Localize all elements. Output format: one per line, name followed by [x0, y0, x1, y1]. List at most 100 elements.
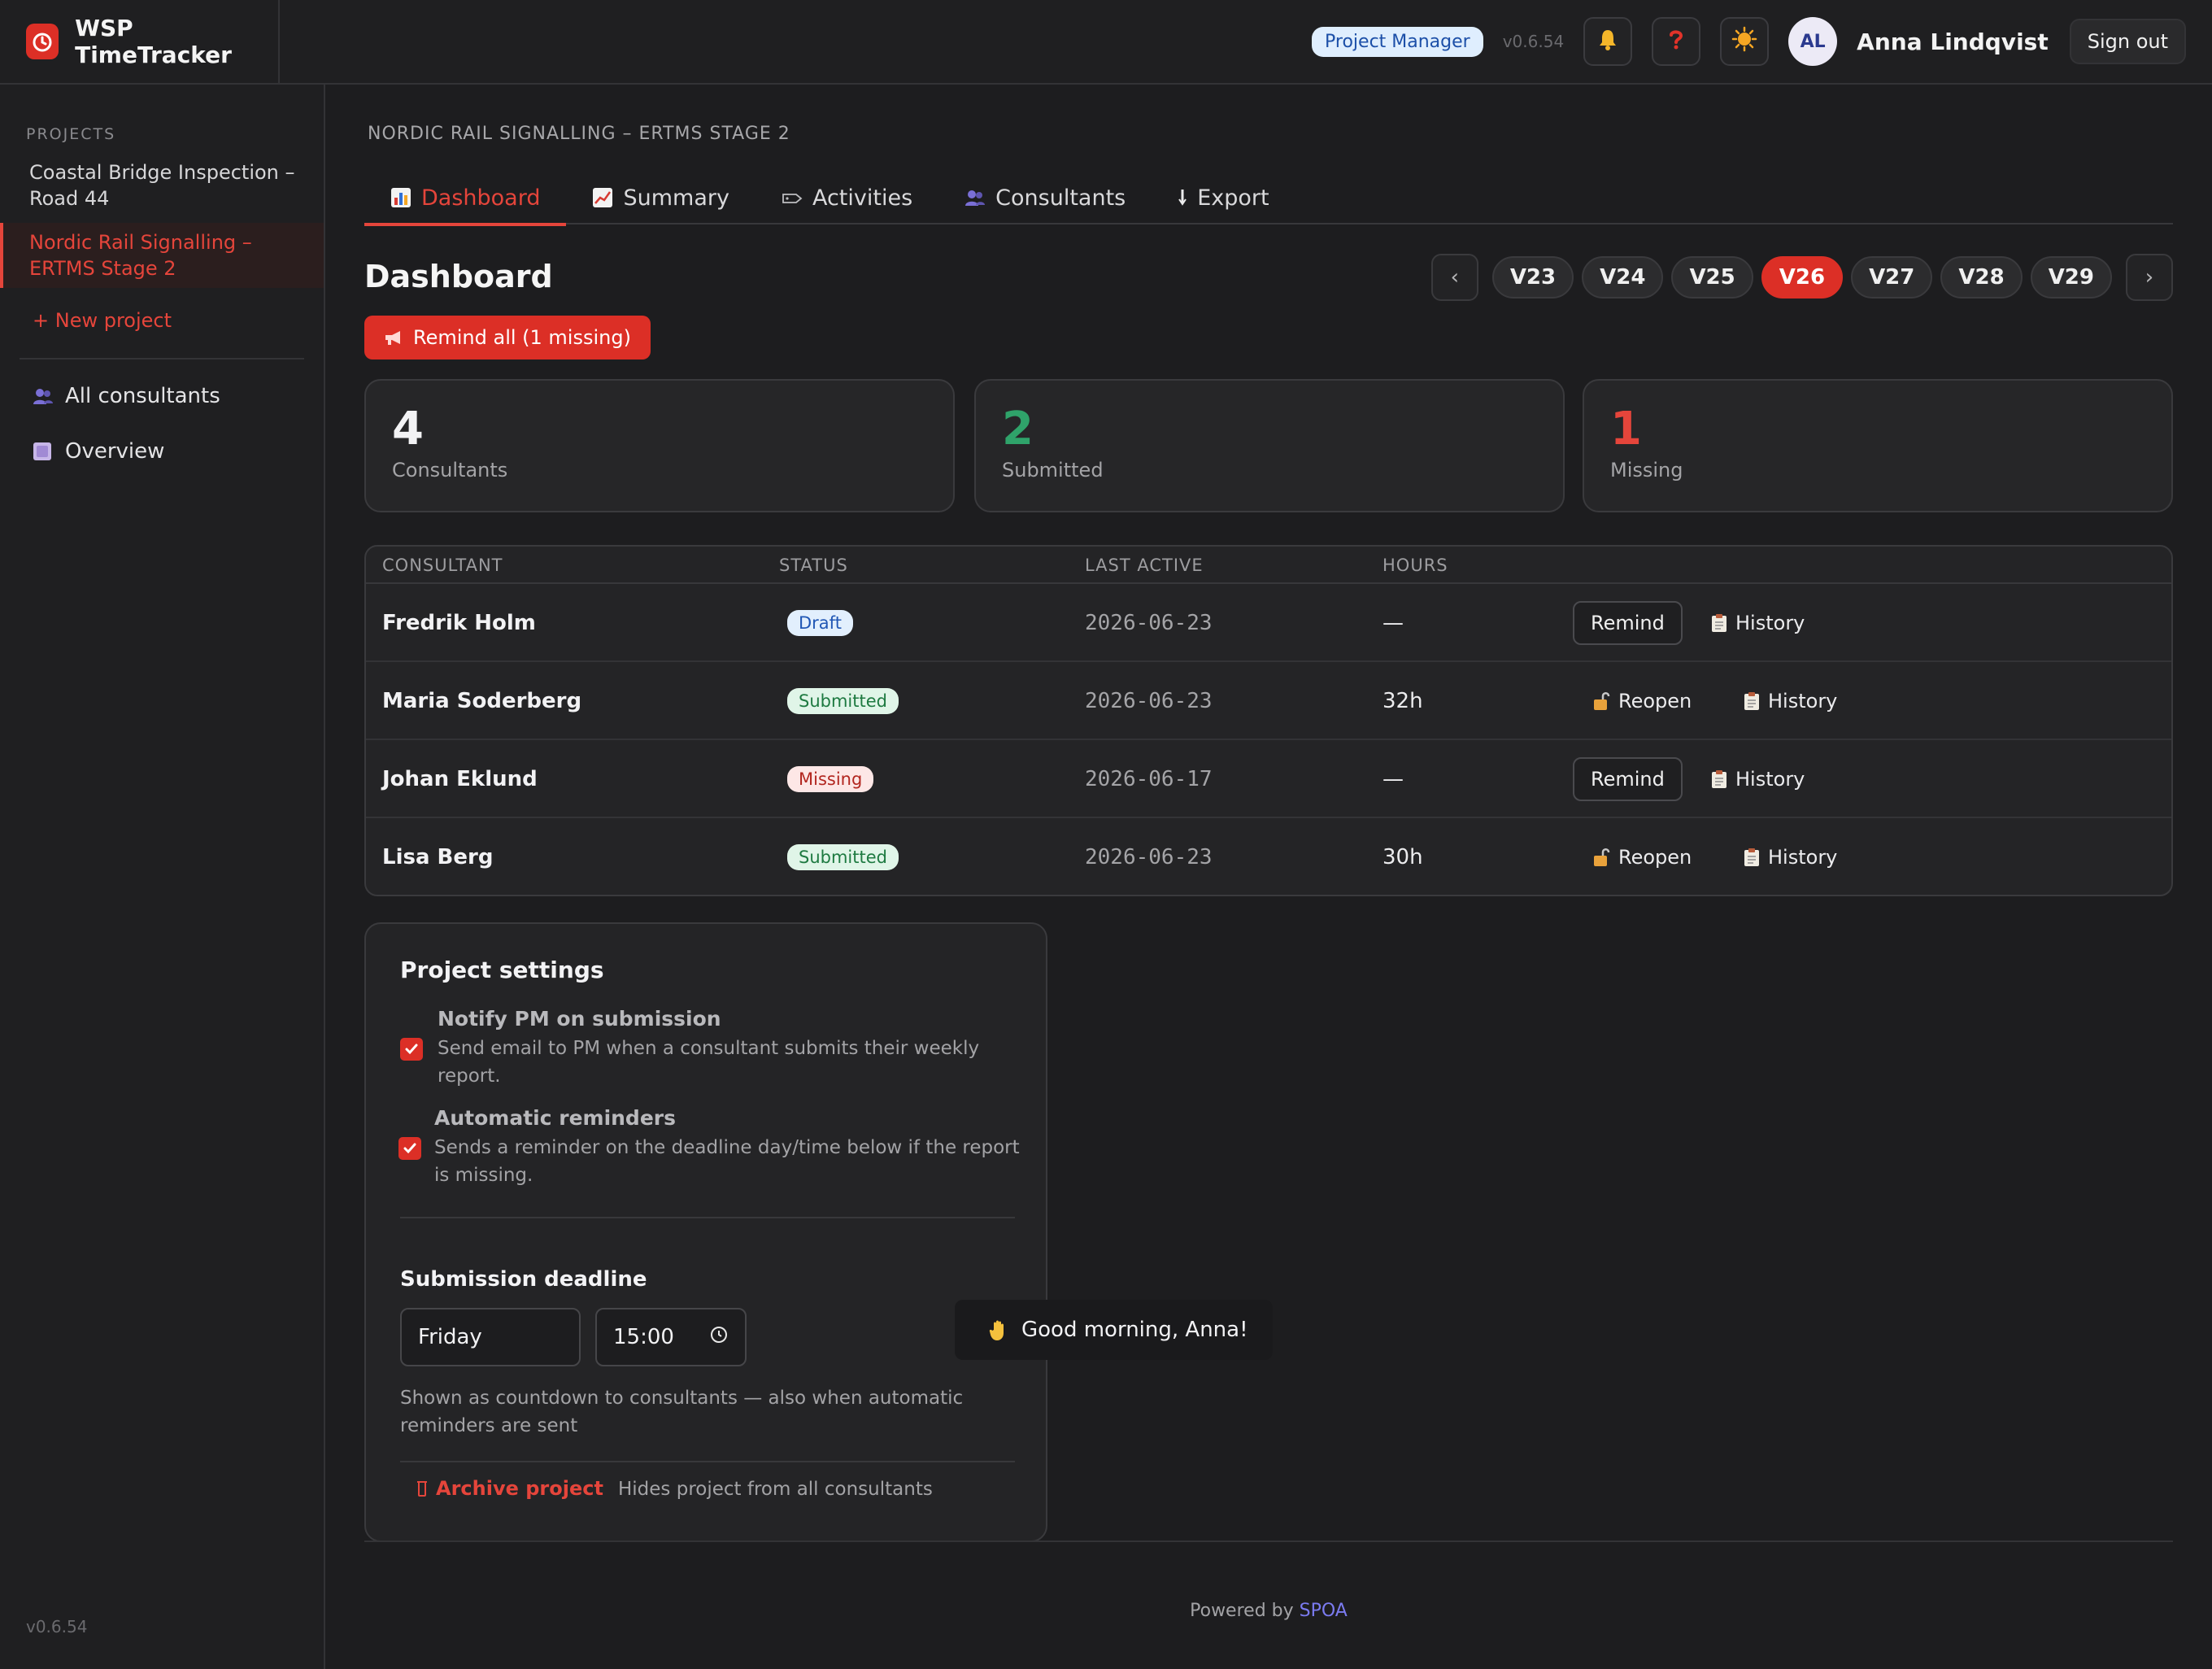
remind-button[interactable]: Remind: [1573, 757, 1683, 801]
archive-project-button[interactable]: Archive project: [416, 1477, 603, 1500]
week-pill-v26[interactable]: V26: [1761, 256, 1844, 299]
automatic-reminders-checkbox[interactable]: [398, 1137, 421, 1160]
week-pill-v28[interactable]: V28: [1940, 256, 2023, 299]
user-name: Anna Lindqvist: [1857, 28, 2049, 55]
help-button[interactable]: [1652, 17, 1701, 66]
consultant-name: Lisa Berg: [382, 845, 494, 869]
tab-label: Dashboard: [421, 185, 541, 211]
history-button[interactable]: History: [1744, 690, 1837, 712]
hours-value: —: [1382, 767, 1404, 791]
remind-all-button[interactable]: Remind all (1 missing): [364, 316, 651, 360]
deadline-hint-line: reminders are sent: [400, 1415, 578, 1436]
deadline-day-select[interactable]: Friday: [400, 1308, 581, 1366]
sidebar-item-overview[interactable]: Overview: [33, 439, 164, 464]
last-active: 2026-06-23: [1085, 611, 1213, 635]
history-label: History: [1735, 612, 1805, 634]
history-button[interactable]: History: [1711, 768, 1805, 791]
settings-divider: [400, 1461, 1015, 1462]
stat-label: Missing: [1610, 459, 1683, 482]
deadline-time-input[interactable]: 15:00: [595, 1308, 747, 1366]
reopen-button[interactable]: Reopen: [1592, 846, 1692, 869]
sidebar-divider: [20, 358, 304, 360]
sidebar-project-line1: Nordic Rail Signalling –: [29, 231, 252, 254]
breadcrumb: NORDIC RAIL SIGNALLING – ERTMS STAGE 2: [368, 124, 790, 144]
tab-label: Consultants: [995, 185, 1126, 211]
projects-section-label: PROJECTS: [26, 125, 116, 143]
week-pill-v27[interactable]: V27: [1851, 256, 1933, 299]
notify-pm-description-line: report.: [438, 1065, 501, 1087]
reopen-button[interactable]: Reopen: [1592, 690, 1692, 712]
tab-bar: Dashboard Summary Activities Consultants…: [364, 171, 2173, 226]
greeting-toast: Good morning, Anna!: [955, 1300, 1273, 1360]
tab-consultants[interactable]: Consultants: [938, 171, 1152, 224]
sidebar-item-label: Overview: [65, 439, 165, 464]
tab-label: Export: [1197, 185, 1269, 211]
column-header-consultant: CONSULTANT: [382, 556, 503, 575]
brand[interactable]: WSP TimeTracker: [0, 0, 280, 83]
deadline-hint-line: Shown as countdown to consultants — also…: [400, 1388, 964, 1409]
stopwatch-icon: [26, 24, 59, 59]
archive-project-label: Archive project: [436, 1477, 603, 1500]
new-project-button[interactable]: + New project: [33, 309, 172, 332]
stat-value: 1: [1610, 403, 1642, 455]
sidebar-project-nordic-rail[interactable]: Nordic Rail Signalling – ERTMS Stage 2: [0, 223, 324, 288]
next-week-button[interactable]: ›: [2126, 254, 2173, 301]
previous-week-button[interactable]: ‹: [1430, 254, 1478, 301]
week-pill-v24[interactable]: V24: [1582, 256, 1664, 299]
footer-divider: [364, 1540, 2173, 1542]
footer: Powered by SPOA: [364, 1601, 2173, 1621]
week-pill-v23[interactable]: V23: [1491, 256, 1574, 299]
line-chart-icon: [592, 187, 613, 208]
footer-brand-link[interactable]: SPOA: [1300, 1601, 1348, 1621]
tab-summary[interactable]: Summary: [566, 171, 755, 224]
tab-export[interactable]: Export: [1152, 171, 1295, 224]
role-badge: Project Manager: [1312, 26, 1483, 57]
tag-icon: [782, 190, 803, 205]
table-row: Johan Eklund Missing 2026-06-17 — Remind…: [366, 740, 2171, 818]
sign-out-button[interactable]: Sign out: [2069, 19, 2186, 64]
sidebar: PROJECTS Coastal Bridge Inspection – Roa…: [0, 85, 325, 1669]
tab-dashboard[interactable]: Dashboard: [364, 171, 567, 226]
megaphone-icon: [384, 329, 403, 346]
checkmark-icon: [403, 1143, 416, 1154]
brand-title: WSP TimeTracker: [75, 15, 232, 68]
question-icon: [1664, 27, 1688, 57]
settings-divider: [400, 1217, 1015, 1218]
automatic-reminders-description-line: Sends a reminder on the deadline day/tim…: [434, 1137, 1020, 1158]
notify-pm-checkbox[interactable]: [400, 1038, 423, 1061]
avatar[interactable]: AL: [1788, 17, 1838, 66]
tab-activities[interactable]: Activities: [755, 171, 938, 224]
project-settings-panel: Project settings Notify PM on submission…: [364, 922, 1047, 1542]
sidebar-item-all-consultants[interactable]: All consultants: [33, 384, 220, 408]
week-pill-v25[interactable]: V25: [1671, 256, 1753, 299]
hours-value: 30h: [1382, 845, 1423, 869]
column-header-hours: HOURS: [1382, 556, 1448, 575]
clipboard-icon: [1744, 691, 1760, 711]
people-icon: [33, 387, 54, 405]
stat-label: Submitted: [1002, 459, 1104, 482]
deadline-time-value: 15:00: [613, 1325, 674, 1349]
clipboard-icon: [1744, 848, 1760, 867]
week-navigator: ‹ V23 V24 V25 V26 V27 V28 V29 ›: [1430, 254, 2173, 301]
last-active: 2026-06-17: [1085, 767, 1213, 791]
remind-button[interactable]: Remind: [1573, 601, 1683, 645]
week-pill-v29[interactable]: V29: [2030, 256, 2112, 299]
stat-card-submitted: 2 Submitted: [974, 379, 1565, 512]
trash-icon: [416, 1479, 428, 1497]
notify-pm-title: Notify PM on submission: [438, 1007, 721, 1031]
consultant-name: Johan Eklund: [382, 767, 538, 791]
status-badge: Submitted: [787, 688, 899, 714]
history-button[interactable]: History: [1744, 846, 1837, 869]
notifications-button[interactable]: [1583, 17, 1633, 66]
footer-prefix: Powered by: [1190, 1601, 1294, 1621]
stat-card-missing: 1 Missing: [1583, 379, 2173, 512]
history-button[interactable]: History: [1711, 612, 1805, 634]
bell-icon: [1596, 27, 1620, 57]
consultants-table: CONSULTANT STATUS LAST ACTIVE HOURS Fred…: [364, 545, 2173, 896]
theme-toggle-button[interactable]: [1720, 17, 1770, 66]
waving-hand-icon: [989, 1318, 1010, 1341]
automatic-reminders-description: Sends a reminder on the deadline day/tim…: [434, 1134, 1020, 1189]
sidebar-project-coastal-bridge[interactable]: Coastal Bridge Inspection – Road 44: [0, 159, 324, 211]
deadline-hint: Shown as countdown to consultants — also…: [400, 1384, 1002, 1440]
sidebar-project-line2: ERTMS Stage 2: [29, 257, 176, 280]
